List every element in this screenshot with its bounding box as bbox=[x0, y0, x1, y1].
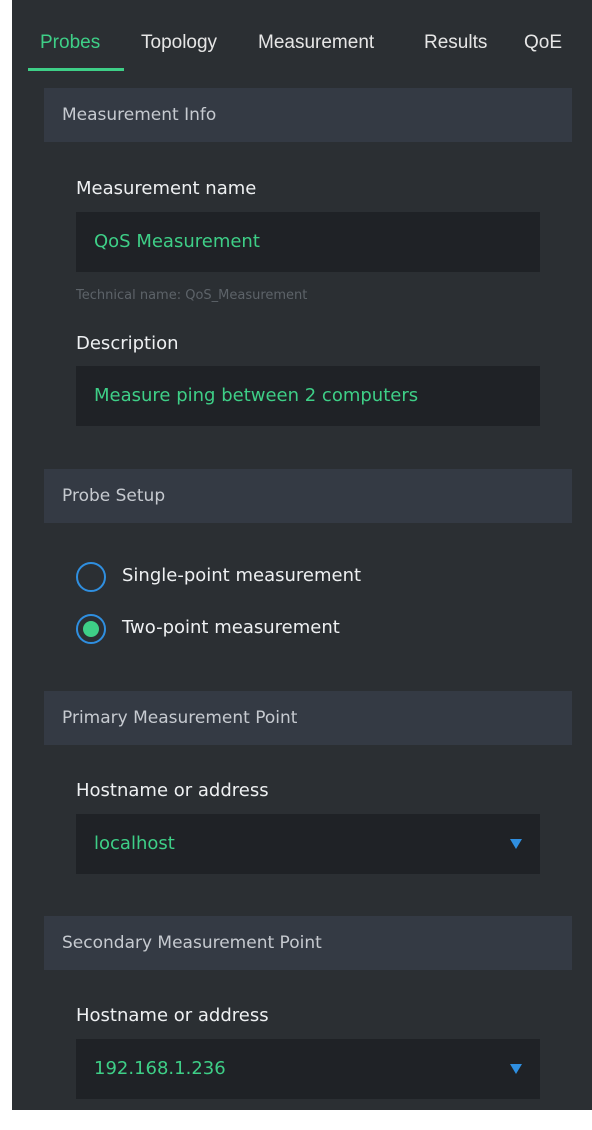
tab-measurement[interactable]: Measurement bbox=[258, 28, 374, 58]
technical-name-hint: Technical name: QoS_Measurement bbox=[76, 288, 308, 303]
description-label: Description bbox=[76, 333, 179, 354]
caret-down-icon[interactable] bbox=[510, 839, 522, 849]
tab-results[interactable]: Results bbox=[424, 28, 487, 58]
single-point-label: Single-point measurement bbox=[122, 565, 362, 586]
description-input[interactable]: Measure ping between 2 computers bbox=[76, 366, 540, 426]
primary-host-select[interactable]: localhost bbox=[76, 814, 540, 874]
active-tab-indicator bbox=[28, 68, 124, 71]
primary-host-value: localhost bbox=[94, 833, 175, 854]
two-point-label: Two-point measurement bbox=[122, 617, 340, 638]
secondary-host-select[interactable]: 192.168.1.236 bbox=[76, 1039, 540, 1099]
primary-host-label: Hostname or address bbox=[76, 780, 269, 801]
tab-probes[interactable]: Probes bbox=[40, 28, 100, 58]
radio-selected-icon[interactable] bbox=[76, 614, 106, 644]
radio-unselected-icon[interactable] bbox=[76, 562, 106, 592]
secondary-point-header: Secondary Measurement Point bbox=[44, 916, 572, 970]
secondary-host-label: Hostname or address bbox=[76, 1005, 269, 1026]
primary-point-header: Primary Measurement Point bbox=[44, 691, 572, 745]
tab-qoe[interactable]: QoE bbox=[524, 28, 562, 58]
caret-down-icon[interactable] bbox=[510, 1064, 522, 1074]
tab-bar: Probes Topology Measurement Results QoE bbox=[12, 0, 592, 72]
measurement-info-header: Measurement Info bbox=[44, 88, 572, 142]
secondary-host-value: 192.168.1.236 bbox=[94, 1058, 226, 1079]
probes-panel: Probes Topology Measurement Results QoE … bbox=[12, 0, 592, 1110]
measurement-name-input[interactable]: QoS Measurement bbox=[76, 212, 540, 272]
tab-topology[interactable]: Topology bbox=[141, 28, 217, 58]
measurement-name-label: Measurement name bbox=[76, 178, 257, 199]
probe-setup-header: Probe Setup bbox=[44, 469, 572, 523]
